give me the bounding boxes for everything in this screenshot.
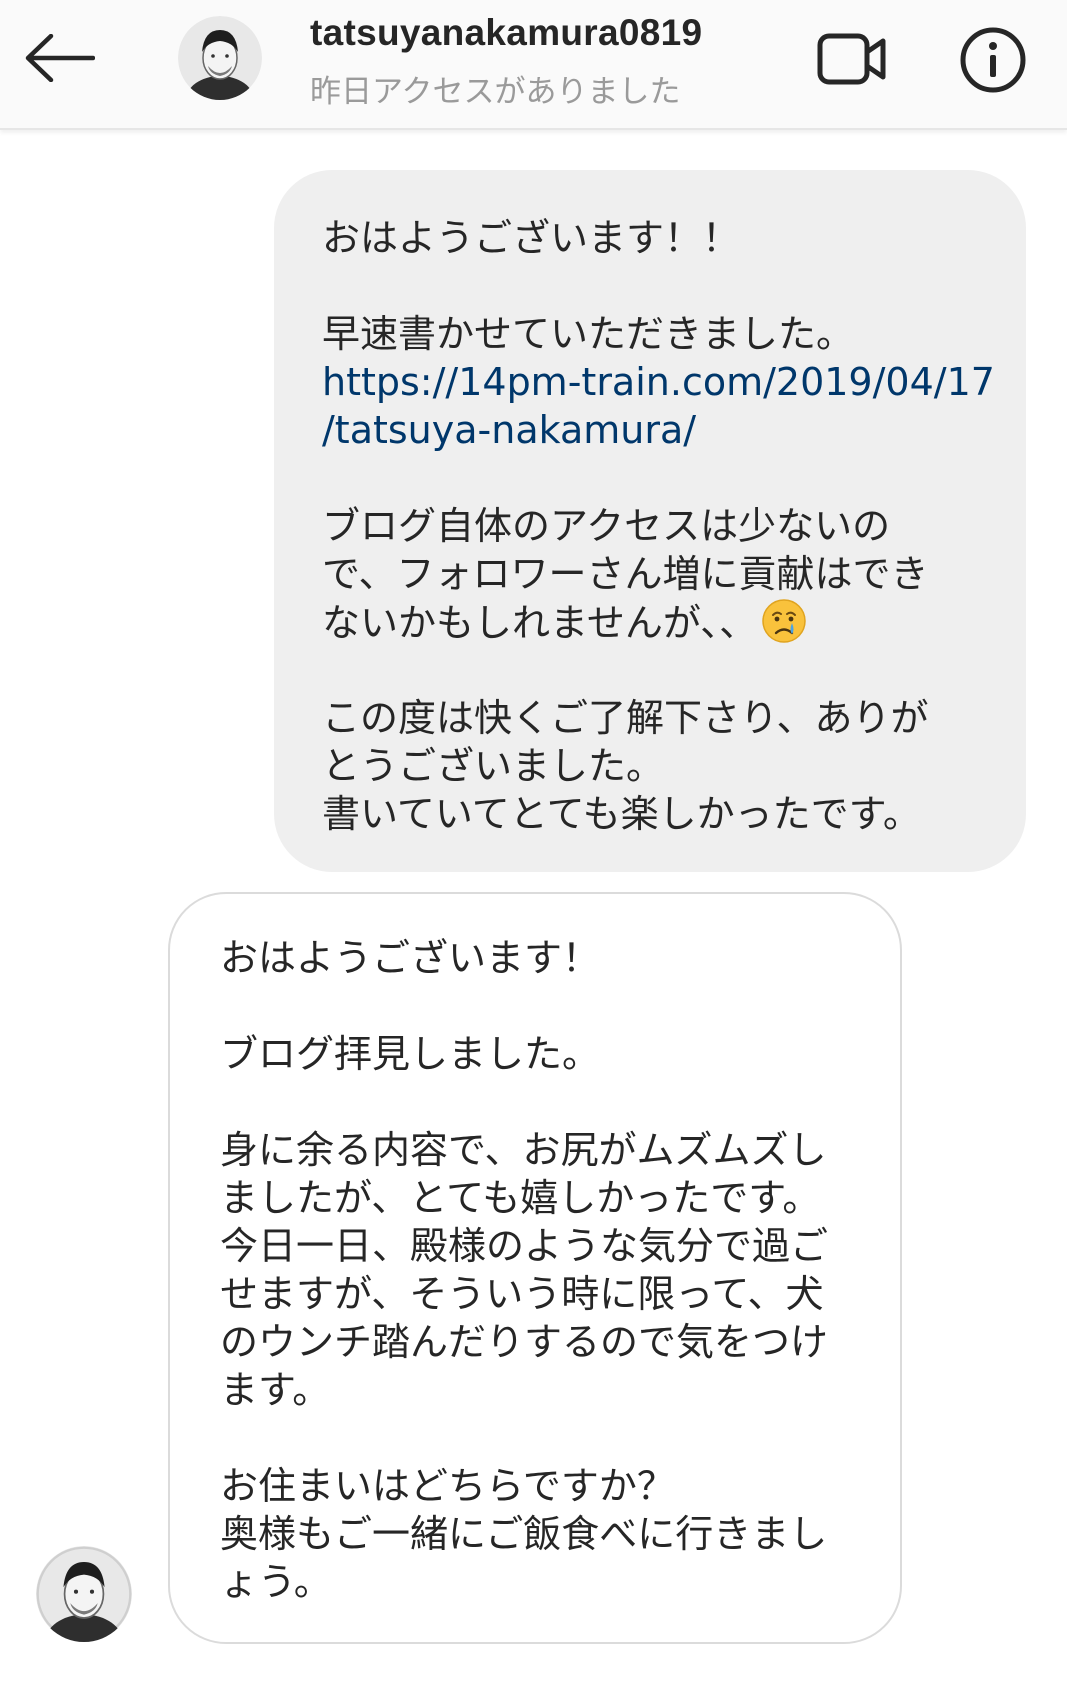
message-line: おはようございます！！ [322,216,741,260]
video-call-button[interactable] [812,24,892,94]
message-line: ブログ自体のアクセスは少ないの [322,504,891,548]
message-text: ないかもしれませんが、、 [322,601,758,645]
message-line: 奥様もご一緒にご飯食べに行きまし [220,1512,828,1556]
video-camera-icon [817,33,886,85]
message-spacer [322,262,986,310]
message-line: とうございました。 [322,744,665,788]
message-line: ましたが、とても嬉しかったです。 [220,1176,821,1220]
message-line: ブログ拝見しました。 [220,1032,601,1076]
message-line: お住まいはどちらですか？ [220,1464,675,1508]
info-circle-icon [960,27,1026,93]
header-avatar[interactable] [178,16,262,100]
header-username[interactable]: tatsuyanakamura0819 [310,12,702,54]
message-line-with-emoji: ないかもしれませんが、、 [322,598,986,646]
message-spacer [322,454,986,502]
message-line: ょう。 [220,1560,332,1604]
message-line: 今日一日、殿様のような気分で過ご [220,1224,829,1268]
message-spacer [220,1414,870,1462]
message-line: この度は快くご了解下さり、ありが [322,696,929,740]
message-line: せますが、そういう時に限って、犬 [220,1272,824,1316]
arrow-left-icon [25,34,95,82]
outgoing-message-bubble[interactable]: おはようございます！！ 早速書かせていただきました。 https://14pm-… [274,170,1026,872]
message-line: 身に余る内容で、お尻がムズムズし [220,1128,827,1172]
profile-photo [36,1546,132,1642]
message-line: 早速書かせていただきました。 [322,312,855,356]
message-line: 書いていてとても楽しかったです。 [322,792,921,836]
message-spacer [322,646,986,694]
dm-thread-screen: tatsuyanakamura0819 昨日アクセスがありました おはようござい… [0,0,1067,1682]
incoming-message-bubble[interactable]: おはようございます！ ブログ拝見しました。 身に余る内容で、お尻がムズムズし ま… [168,892,902,1644]
message-line: のウンチ踏んだりするので気をつけ [220,1320,829,1364]
activity-status: 昨日アクセスがありました [310,74,681,110]
info-button[interactable] [955,22,1031,98]
message-link[interactable]: https://14pm-train.com/2019/04/17 [322,358,995,406]
message-link[interactable]: /tatsuya-nakamura/ [322,406,986,454]
sender-avatar[interactable] [36,1546,132,1642]
message-spacer [220,1078,870,1126]
message-line: で、フォロワーさん増に貢献はでき [322,552,929,596]
conversation-header: tatsuyanakamura0819 昨日アクセスがありました [0,0,1067,130]
crying-face-emoji [762,599,806,643]
message-line: ます。 [220,1368,331,1412]
profile-photo [178,16,262,100]
message-line: おはようございます！ [220,936,601,980]
back-button[interactable] [14,18,104,98]
message-spacer [220,982,870,1030]
